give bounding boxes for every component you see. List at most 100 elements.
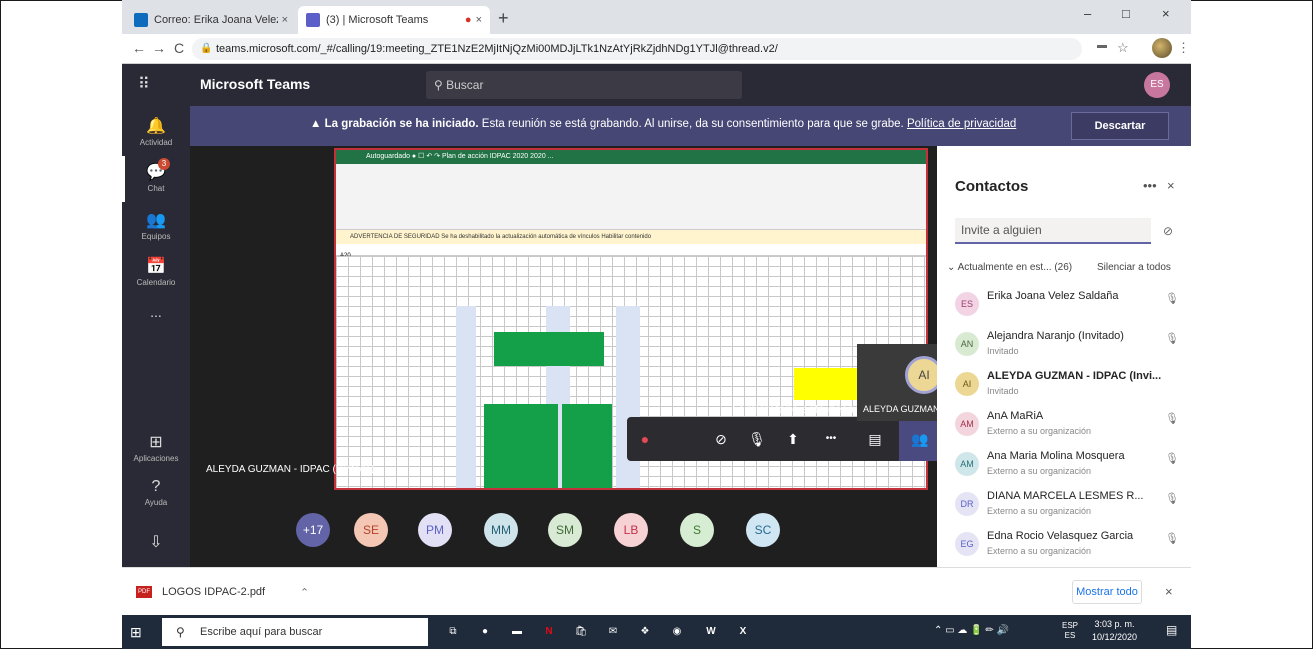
rail-label: Chat [147, 184, 165, 193]
tray-icons[interactable]: ⌃ ▭ ☁ 🔋 ✏ 🔊 [934, 625, 1009, 636]
taskbar-search-input[interactable]: ⚲ Escribe aquí para buscar [162, 618, 428, 646]
share-screen-icon[interactable]: ⬆ [781, 427, 805, 451]
language-indicator[interactable]: ESP ES [1062, 621, 1078, 641]
mute-all-link[interactable]: Silenciar a todos [1097, 262, 1171, 273]
contact-row[interactable]: EG Edna Rocio Velasquez Garcia Externo a… [955, 528, 1185, 568]
rail-item-activity[interactable]: 🔔 Actividad [122, 116, 190, 147]
word-icon[interactable]: W [700, 621, 722, 643]
tab-outlook[interactable]: Correo: Erika Joana Velez Saldañ × [126, 6, 296, 34]
contact-row[interactable]: AN Alejandra Naranjo (Invitado) Invitado… [955, 328, 1185, 368]
task-view-icon[interactable]: ⧉ [442, 621, 464, 643]
help-icon: ? [151, 478, 161, 495]
mail-icon[interactable]: ✉ [602, 621, 624, 643]
rail-item-calendar[interactable]: 📅 Calendario [122, 256, 190, 287]
address-bar[interactable]: 🔒 teams.microsoft.com/_#/calling/19:meet… [192, 38, 1082, 60]
profile-avatar[interactable] [1152, 38, 1172, 58]
contact-row[interactable]: AM AnA MaRiA Externo a su organización 🎙 [955, 408, 1185, 448]
rail-item-more[interactable]: ... [122, 304, 190, 320]
banner-strong: La grabación se ha iniciado. [324, 118, 479, 130]
close-panel-icon[interactable]: × [1167, 178, 1175, 193]
download-item[interactable]: LOGOS IDPAC-2.pdf [162, 586, 265, 598]
close-window-button[interactable]: × [1162, 6, 1170, 21]
participant-avatar[interactable]: S [680, 513, 714, 547]
close-tab-icon[interactable]: × [282, 14, 288, 26]
show-all-button[interactable]: Mostrar todo [1072, 580, 1142, 604]
contact-row[interactable]: DR DIANA MARCELA LESMES R... Externo a s… [955, 488, 1185, 528]
back-button[interactable]: ← [132, 40, 146, 56]
search-input[interactable]: ⚲ Buscar [426, 71, 742, 99]
minimize-button[interactable]: – [1084, 6, 1091, 21]
firefox-icon[interactable]: ◉ [666, 621, 688, 643]
participant-avatar[interactable]: SC [746, 513, 780, 547]
taskbar-clock[interactable]: 3:03 p. m. 10/12/2020 [1092, 618, 1137, 644]
more-options-icon[interactable]: ••• [1143, 178, 1157, 193]
dropbox-icon[interactable]: ❖ [634, 621, 656, 643]
contact-row[interactable]: AM Ana Maria Molina Mosquera Externo a s… [955, 448, 1185, 488]
contact-name: ALEYDA GUZMAN - IDPAC (Invi... [987, 370, 1162, 382]
participant-strip: +17 SE PM MM SM LB S SC [190, 491, 937, 567]
dismiss-button[interactable]: Descartar [1071, 112, 1169, 140]
store-icon[interactable]: 🛍 [570, 621, 592, 643]
browser-menu-icon[interactable]: ⋮ [1177, 40, 1190, 56]
file-explorer-icon[interactable]: ▬ [506, 621, 528, 643]
participants-button[interactable]: 👥 [899, 417, 941, 461]
chevron-up-icon[interactable]: ⌃ [300, 586, 309, 599]
mic-off-icon: 🎙 [1165, 293, 1179, 305]
share-invite-icon[interactable]: ⊘ [1163, 224, 1173, 238]
reload-button[interactable]: C [174, 40, 184, 56]
excel-security-warning: ADVERTENCIA DE SEGURIDAD Se ha deshabili… [336, 230, 926, 244]
record-icon[interactable]: ● [633, 427, 657, 451]
app-title: Microsoft Teams [200, 76, 311, 92]
contact-row[interactable]: AI ALEYDA GUZMAN - IDPAC (Invi... Invita… [955, 368, 1185, 408]
bookmark-star-icon[interactable]: ☆ [1117, 40, 1129, 56]
recording-banner: ▲ La grabación se ha iniciado. Esta reun… [190, 106, 1191, 146]
language-top: ESP [1062, 621, 1079, 630]
contact-avatar: DR [955, 492, 979, 516]
mic-off-icon: 🎙 [1165, 333, 1179, 345]
contact-avatar: AM [955, 412, 979, 436]
rail-item-apps[interactable]: ⊞ Aplicaciones [122, 432, 190, 463]
close-downloads-icon[interactable]: × [1165, 584, 1173, 599]
in-meeting-section[interactable]: ⌄ Actualmente en est... (26) [947, 262, 1072, 273]
tab-title: Correo: Erika Joana Velez Saldañ [154, 14, 278, 26]
windows-start-icon[interactable]: ⊞ [130, 624, 146, 640]
invite-input[interactable]: Invite a alguien [955, 218, 1151, 244]
participant-avatar[interactable]: SE [354, 513, 388, 547]
excel-formula-bar: A20 [336, 244, 926, 259]
rail-label: Equipos [141, 232, 171, 241]
contact-row[interactable]: ES Erika Joana Velez Saldaña 🎙 [955, 288, 1185, 328]
participant-avatar[interactable]: SM [548, 513, 582, 547]
participant-avatar[interactable]: LB [614, 513, 648, 547]
excel-ribbon [336, 164, 926, 230]
tab-teams[interactable]: (3) | Microsoft Teams ● × [298, 6, 490, 34]
more-actions-icon[interactable]: ••• [819, 427, 843, 451]
participant-avatar[interactable]: PM [418, 513, 452, 547]
mic-off-icon[interactable]: 🎙 [745, 427, 769, 451]
forward-button[interactable]: → [152, 40, 166, 56]
mic-off-icon: 🎙 [1165, 413, 1179, 425]
rail-item-teams[interactable]: 👥 Equipos [122, 210, 190, 241]
close-tab-icon[interactable]: × [476, 14, 482, 26]
rail-label: Ayuda [144, 498, 168, 507]
rail-item-help[interactable]: ? Ayuda [122, 478, 190, 507]
user-avatar[interactable]: ES [1144, 72, 1170, 98]
mic-off-icon: 🎙 [1165, 493, 1179, 505]
excel-icon[interactable]: X [732, 621, 754, 643]
new-tab-button[interactable]: + [498, 8, 509, 29]
rail-item-chat[interactable]: 💬 3 Chat [122, 158, 190, 193]
notifications-icon[interactable]: ▤ [1166, 623, 1177, 637]
maximize-button[interactable]: □ [1122, 6, 1130, 21]
browser-toolbar: ← → C 🔒 teams.microsoft.com/_#/calling/1… [122, 34, 1191, 64]
participant-avatar[interactable]: +17 [296, 513, 330, 547]
green-cells [562, 404, 612, 488]
netflix-icon[interactable]: N [538, 621, 560, 643]
rail-item-download[interactable]: ⇩ [122, 532, 190, 554]
extension-icon[interactable]: ▬ [1097, 40, 1107, 51]
app-launcher-icon[interactable]: ⠿ [138, 74, 150, 94]
contact-name: DIANA MARCELA LESMES R... [987, 490, 1144, 502]
chrome-icon[interactable]: ● [474, 621, 496, 643]
chat-toggle-icon[interactable]: ▤ [863, 427, 887, 451]
camera-off-icon[interactable]: ⊘ [709, 427, 733, 451]
participant-avatar[interactable]: MM [484, 513, 518, 547]
privacy-link[interactable]: Política de privacidad [907, 118, 1016, 130]
